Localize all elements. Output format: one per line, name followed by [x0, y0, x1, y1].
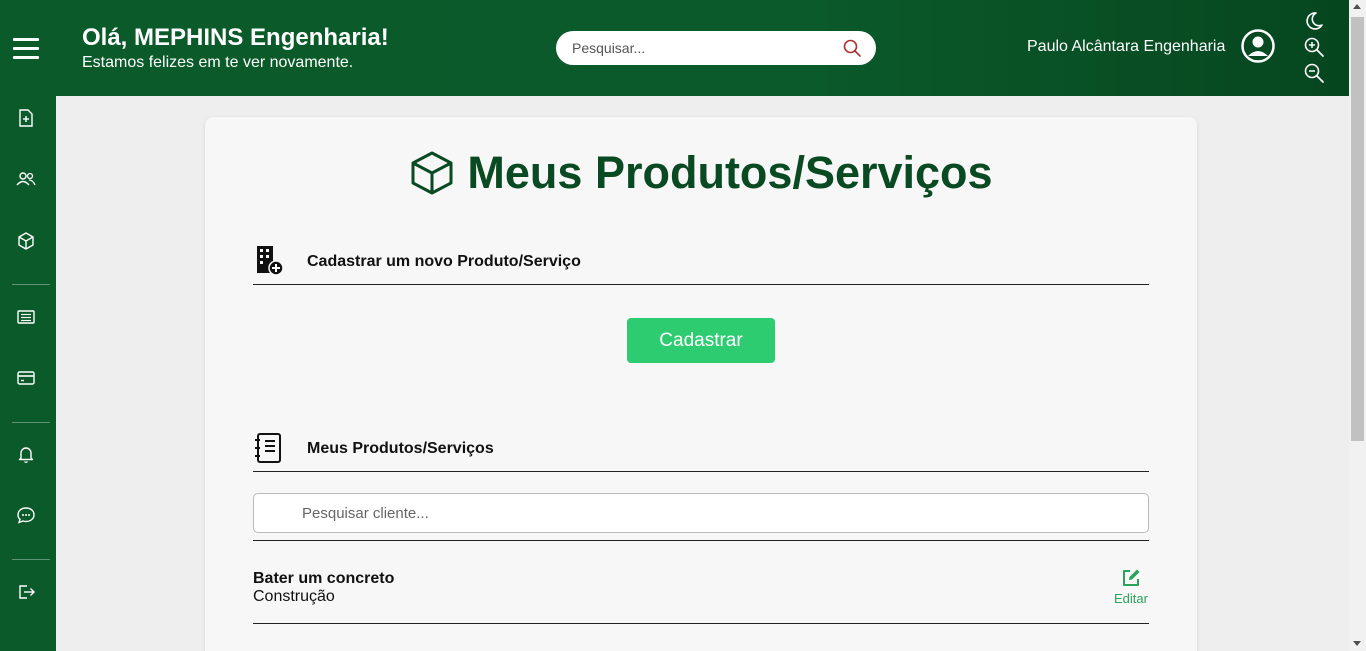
scroll-up-arrow[interactable] [1353, 4, 1361, 9]
menu-icon[interactable] [13, 38, 39, 60]
bell-icon[interactable] [14, 442, 38, 466]
logout-icon[interactable] [14, 580, 38, 604]
new-document-icon[interactable] [14, 106, 38, 130]
box-icon[interactable] [14, 229, 38, 253]
zoom-in-icon[interactable] [1303, 36, 1325, 58]
client-search [253, 493, 1149, 533]
list-icon[interactable] [14, 305, 38, 329]
list-divider [253, 623, 1149, 624]
edit-icon [1123, 569, 1140, 586]
box-icon [411, 151, 453, 195]
product-name: Bater um concreto [253, 570, 395, 587]
credit-card-icon[interactable] [14, 366, 38, 390]
product-category: Construção [253, 588, 335, 605]
top-header: Olá, MEPHINS Engenharia! Estamos felizes… [0, 0, 1349, 96]
page-title-container: Meus Produtos/Serviços [205, 149, 1197, 201]
user-avatar-icon[interactable] [1241, 29, 1275, 63]
sidebar-divider [12, 422, 50, 423]
header-search-input[interactable] [572, 31, 832, 65]
sidebar-divider [12, 559, 50, 560]
users-icon[interactable] [14, 167, 38, 191]
register-section-header: Cadastrar um novo Produto/Serviço [253, 245, 1149, 285]
scroll-down-arrow[interactable] [1353, 641, 1361, 646]
chat-icon[interactable] [14, 503, 38, 527]
edit-button[interactable]: Editar [1111, 567, 1151, 606]
greeting-subtitle: Estamos felizes em te ver novamente. [82, 54, 354, 71]
list-section-header: Meus Produtos/Serviços [253, 432, 1149, 472]
building-add-icon [257, 246, 284, 276]
notebook-icon [255, 433, 281, 463]
accessibility-controls [1303, 10, 1325, 88]
scrollbar[interactable] [1349, 0, 1366, 651]
edit-label: Editar [1114, 591, 1148, 606]
list-section-label: Meus Produtos/Serviços [307, 440, 494, 457]
greeting-title: Olá, MEPHINS Engenharia! [82, 24, 389, 51]
list-divider [253, 540, 1149, 541]
cadastrar-button[interactable]: Cadastrar [627, 318, 775, 363]
search-icon[interactable] [842, 38, 862, 58]
client-search-input[interactable] [302, 494, 1122, 532]
products-card: Meus Produtos/Serviços Cadastrar um novo… [205, 117, 1197, 651]
sidebar [0, 96, 56, 651]
user-name[interactable]: Paulo Alcântara Engenharia [1027, 38, 1225, 56]
register-section-label: Cadastrar um novo Produto/Serviço [307, 253, 581, 270]
greeting: Olá, MEPHINS Engenharia! Estamos felizes… [82, 24, 389, 73]
header-search [556, 31, 876, 65]
sidebar-divider [12, 284, 50, 285]
page-title: Meus Produtos/Serviços [467, 147, 993, 198]
moon-icon[interactable] [1303, 10, 1325, 32]
scroll-thumb[interactable] [1351, 17, 1364, 441]
zoom-out-icon[interactable] [1303, 62, 1325, 84]
